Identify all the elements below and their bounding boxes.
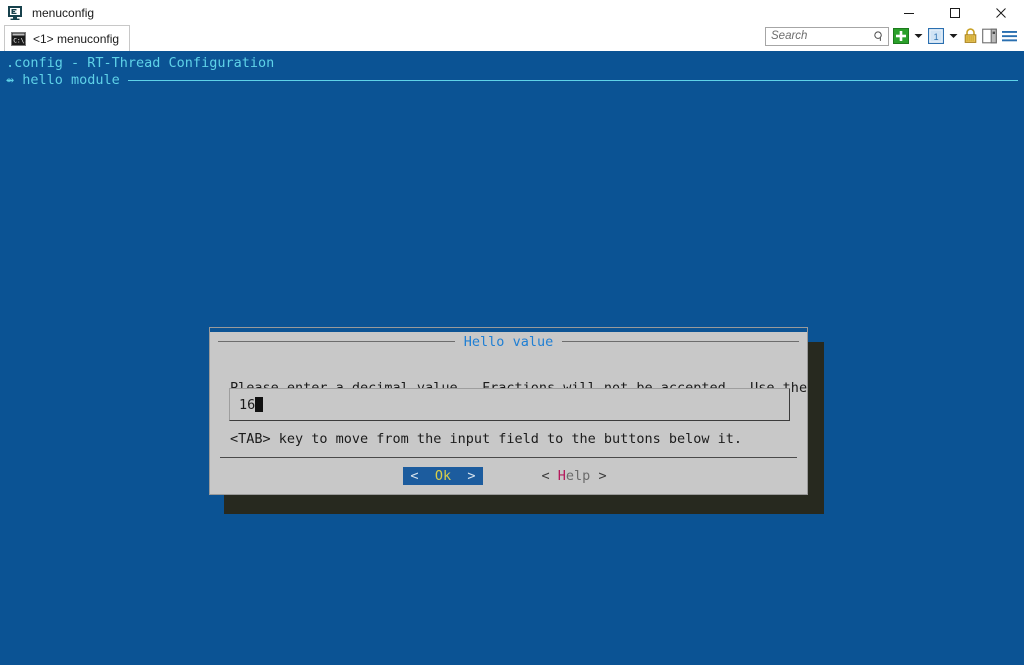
help-hotkey: H (557, 468, 566, 484)
dialog-prompt-line-2: <TAB> key to move from the input field t… (230, 431, 743, 447)
maximize-icon (950, 8, 960, 18)
breadcrumb-rule (127, 80, 1018, 81)
new-tab-button[interactable] (893, 26, 909, 46)
dialog-title-rule-left (218, 341, 455, 342)
new-tab-dropdown[interactable] (913, 26, 924, 46)
dialog-button-row: < O k > < H elp > (210, 460, 807, 492)
ok-bracket-right: > (467, 468, 476, 484)
config-header-line: .config - RT-Thread Configuration (6, 55, 275, 71)
pane-selector-dropdown[interactable] (948, 26, 959, 46)
hamburger-menu-button[interactable] (1001, 26, 1018, 46)
chevron-down-icon (914, 34, 923, 38)
console-icon: C:\. (11, 31, 26, 46)
tab-strip: C:\. <1> menuconfig (0, 25, 1024, 54)
ok-button[interactable]: < O k > (403, 467, 483, 485)
help-gap-left (550, 468, 558, 484)
title-bar: menuconfig (0, 0, 1024, 26)
block-cursor-icon (255, 397, 264, 412)
search-input[interactable] (771, 30, 874, 42)
ok-gap-left (419, 468, 435, 484)
close-icon (996, 8, 1006, 18)
dialog-title-rule-right (562, 341, 799, 342)
lock-button[interactable] (963, 26, 978, 46)
tab-menuconfig[interactable]: C:\. <1> menuconfig (4, 25, 131, 51)
ok-label-rest: k (442, 468, 452, 484)
dialog-button-separator (220, 457, 797, 458)
minimize-icon (904, 13, 914, 14)
ok-hotkey: O (434, 468, 443, 484)
window-controls (886, 0, 1024, 26)
hello-value-dialog: Hello value Please enter a decimal value… (209, 327, 808, 495)
plus-icon (893, 28, 909, 44)
svg-text:1: 1 (934, 32, 939, 42)
search-box[interactable] (765, 26, 889, 46)
hamburger-menu-icon (1002, 31, 1017, 42)
tab-label: <1> menuconfig (33, 31, 120, 46)
terminal-canvas[interactable]: .config - RT-Thread Configuration ⇴ hell… (0, 54, 1024, 665)
svg-text:C:\.: C:\. (13, 37, 26, 44)
ok-gap-right (451, 468, 467, 484)
decimal-value-input[interactable]: 16 (229, 388, 790, 421)
ok-bracket-left: < (410, 468, 419, 484)
input-value: 16 (239, 396, 256, 413)
breadcrumb-arrow-icon: ⇴ (6, 72, 15, 88)
chevron-down-icon (949, 34, 958, 38)
app-window: menuconfig C:\ <1> menuconfig Search 1 .… (0, 0, 1024, 665)
split-panel-icon (982, 28, 997, 44)
pane-selector-button[interactable]: 1 (928, 26, 944, 46)
breadcrumb-gap (14, 72, 22, 88)
split-panel-button[interactable] (982, 26, 997, 46)
help-bracket-left: < (541, 468, 550, 484)
maximize-button[interactable] (932, 0, 978, 26)
lock-icon (964, 28, 977, 43)
help-gap-right (590, 468, 598, 484)
help-label-rest: elp (565, 468, 591, 484)
close-button[interactable] (978, 0, 1024, 26)
toolbar: 1 (765, 25, 1018, 47)
help-bracket-right: > (598, 468, 607, 484)
breadcrumb-path: hello module (22, 72, 120, 88)
panel-one-icon: 1 (928, 28, 944, 44)
help-button[interactable]: < H elp > (535, 467, 614, 485)
console-monitor-icon (8, 6, 22, 20)
window-title: menuconfig (32, 6, 95, 20)
search-icon[interactable] (873, 30, 885, 43)
minimize-button[interactable] (886, 0, 932, 26)
breadcrumb: ⇴ hello module (6, 72, 1018, 88)
